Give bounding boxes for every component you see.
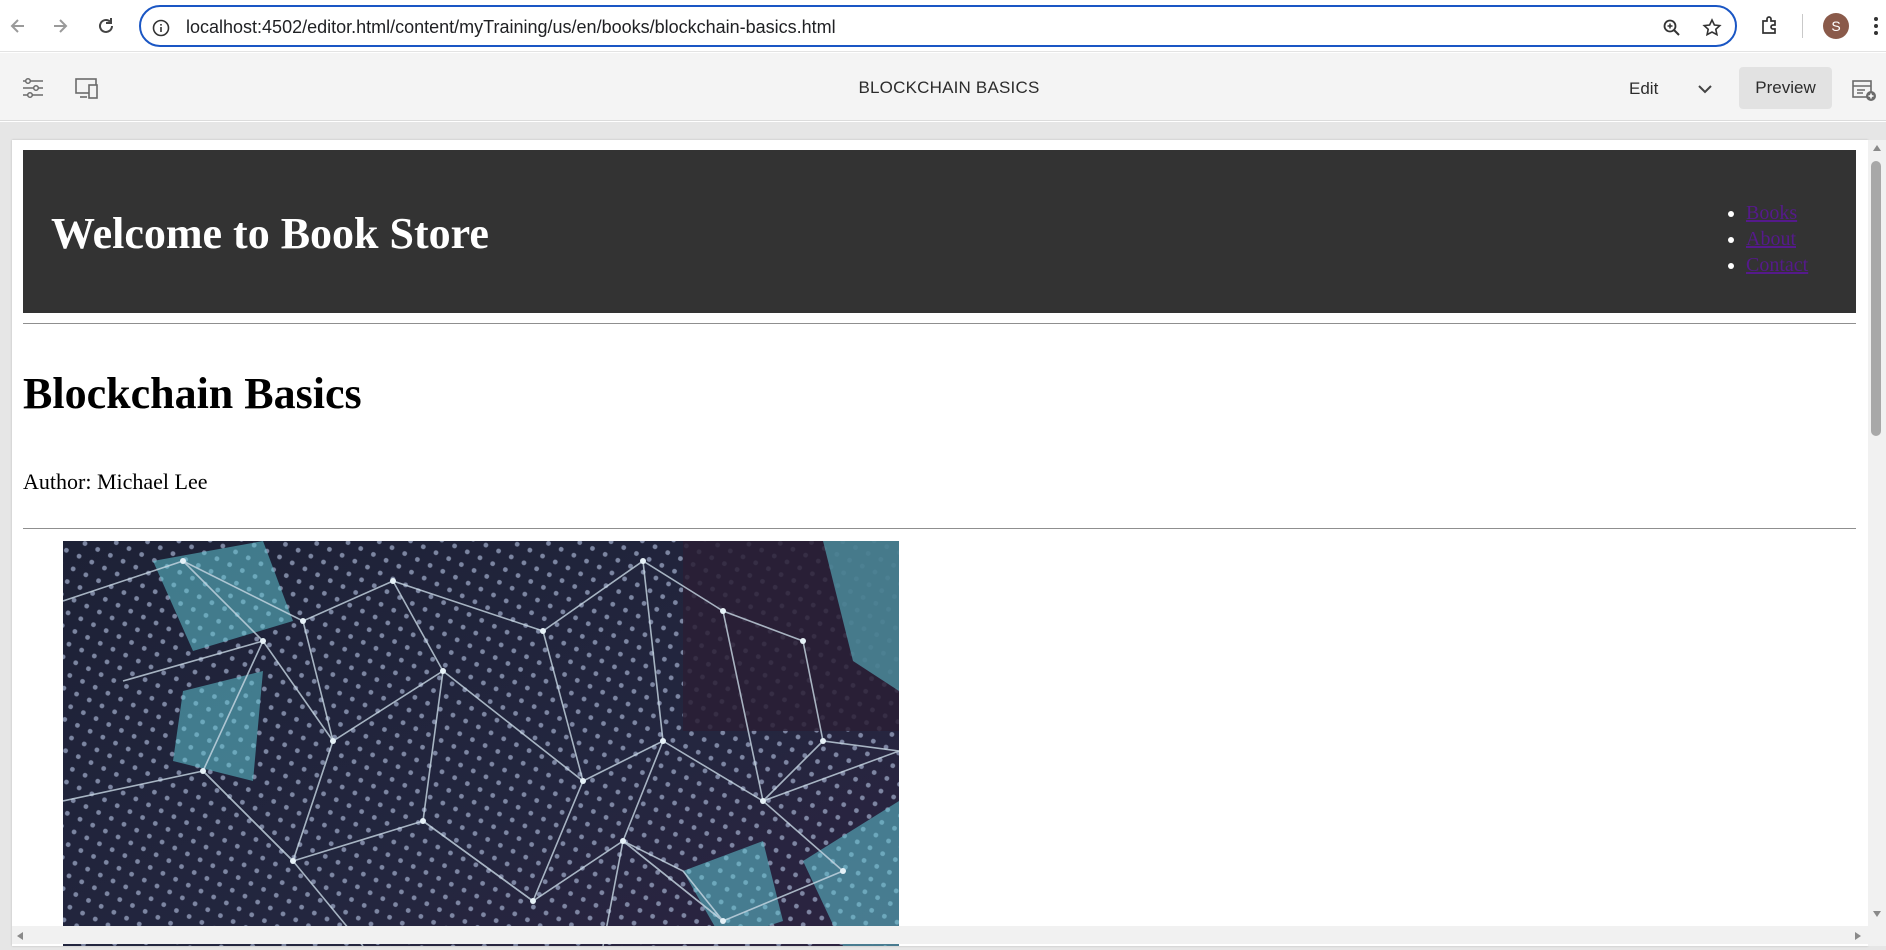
nav-link-about[interactable]: About [1746,228,1796,250]
page-preview-frame: Welcome to Book Store Books About Contac… [12,140,1868,946]
page-title: BLOCKCHAIN BASICS [858,78,1040,97]
chevron-down-icon[interactable] [1694,78,1716,100]
nav-item: About [1746,228,1808,254]
nav-item: Contact [1746,254,1808,280]
toolbar-divider [1802,14,1803,38]
vertical-scrollbar-thumb[interactable] [1871,161,1881,436]
site-title: Welcome to Book Store [51,209,489,258]
book-author: Author: Michael Lee [23,469,208,494]
site-nav: Books About Contact [1746,202,1808,280]
site-header: Welcome to Book Store Books About Contac… [23,150,1856,313]
browser-toolbar: localhost:4502/editor.html/content/myTra… [0,0,1886,52]
side-panel-icon[interactable] [1850,76,1878,104]
avatar[interactable]: S [1823,13,1849,39]
mode-selector-label[interactable]: Edit [1629,79,1658,99]
bookmark-star-icon[interactable] [1700,16,1724,40]
nav-link-contact[interactable]: Contact [1746,254,1808,276]
more-vert-icon[interactable] [1866,13,1886,39]
editor-toolbar: BLOCKCHAIN BASICS Edit Preview [0,53,1886,121]
horizontal-scrollbar[interactable] [12,926,1868,944]
preview-button[interactable]: Preview [1739,67,1832,109]
nav-link-books[interactable]: Books [1746,202,1797,224]
book-cover-image [63,541,899,946]
site-info-icon[interactable] [149,16,173,40]
scroll-left-icon[interactable] [16,931,24,941]
scroll-right-icon[interactable] [1854,931,1862,941]
book-title: Blockchain Basics [23,369,362,418]
extensions-icon[interactable] [1757,13,1783,39]
divider [23,528,1856,529]
scroll-down-icon[interactable] [1872,910,1882,918]
address-bar[interactable]: localhost:4502/editor.html/content/myTra… [139,5,1737,47]
nav-item: Books [1746,202,1808,228]
forward-arrow-icon[interactable] [45,11,75,41]
divider [23,323,1856,324]
url-text[interactable]: localhost:4502/editor.html/content/myTra… [186,17,836,38]
scroll-up-icon[interactable] [1872,144,1882,152]
zoom-icon[interactable] [1660,16,1684,40]
reload-icon[interactable] [91,11,121,41]
back-arrow-icon[interactable] [3,11,33,41]
